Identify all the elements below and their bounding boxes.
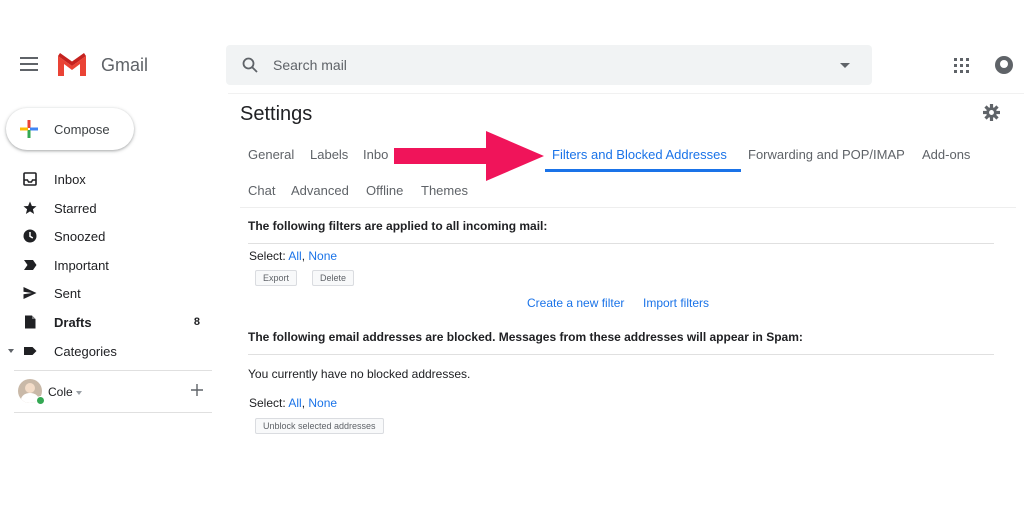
gmail-logo[interactable] (56, 52, 88, 76)
blocked-heading: The following email addresses are blocke… (248, 330, 803, 344)
section-divider (248, 243, 994, 244)
unblock-selected-button[interactable]: Unblock selected addresses (255, 418, 384, 434)
chevron-down-icon[interactable] (76, 391, 82, 395)
important-icon (24, 259, 37, 270)
tab-labels[interactable]: Labels (310, 147, 348, 162)
compose-label: Compose (54, 122, 110, 137)
tab-chat[interactable]: Chat (248, 183, 275, 198)
tab-advanced[interactable]: Advanced (291, 183, 349, 198)
sidebar-item-label: Inbox (54, 172, 86, 187)
expand-arrow-icon[interactable] (8, 348, 14, 353)
sidebar-item-label: Sent (54, 286, 81, 302)
sidebar-divider (14, 370, 212, 371)
star-icon (23, 201, 37, 214)
plus-icon (20, 120, 38, 138)
sidebar-divider (14, 412, 212, 413)
sidebar-item-sent[interactable]: Sent (0, 279, 212, 308)
tab-offline[interactable]: Offline (366, 183, 403, 198)
select-none-link[interactable]: None (308, 249, 337, 263)
select-all-link[interactable]: All (288, 249, 301, 263)
tab-themes[interactable]: Themes (421, 183, 468, 198)
comma-separator: , (301, 396, 306, 410)
tab-inbox[interactable]: Inbo (363, 147, 388, 162)
tabs-divider (240, 207, 1016, 208)
sidebar-item-drafts[interactable]: Drafts 8 (0, 308, 212, 337)
export-button[interactable]: Export (255, 270, 298, 286)
sidebar-item-label: Starred (54, 200, 97, 216)
sidebar-item-categories[interactable]: Categories (0, 337, 212, 366)
label-icon (24, 346, 37, 355)
delete-button[interactable]: Delete (312, 270, 355, 286)
app-name: Gmail (101, 55, 149, 75)
select-none-link[interactable]: None (308, 396, 337, 410)
blocked-select-row: Select: All, None (249, 396, 337, 410)
account-icon[interactable] (995, 56, 1013, 74)
sidebar-item-important[interactable]: Important (0, 251, 212, 280)
search-options-icon[interactable] (840, 63, 850, 68)
select-label: Select: (249, 249, 286, 263)
tab-forwarding-pop-imap[interactable]: Forwarding and POP/IMAP (748, 147, 905, 162)
sidebar-item-starred[interactable]: Starred (0, 194, 212, 223)
search-bar[interactable] (226, 45, 872, 85)
send-icon (23, 287, 37, 300)
create-filter-link[interactable]: Create a new filter (527, 296, 624, 310)
select-all-link[interactable]: All (288, 396, 301, 410)
section-divider (248, 354, 994, 355)
sidebar-item-label: Categories (54, 343, 117, 359)
tab-add-ons[interactable]: Add-ons (922, 147, 970, 162)
active-tab-indicator (545, 169, 741, 172)
search-input[interactable] (273, 45, 833, 85)
gear-icon[interactable] (983, 104, 1000, 121)
online-status-icon (36, 396, 45, 405)
clock-icon (23, 229, 37, 243)
header-divider (228, 93, 1024, 94)
tab-filters-and-blocked-addresses[interactable]: Filters and Blocked Addresses (552, 147, 727, 162)
main-menu-icon[interactable] (20, 57, 38, 71)
filters-select-row: Select: All, None (249, 249, 337, 263)
compose-button[interactable]: Compose (6, 108, 134, 150)
apps-grid-icon[interactable] (954, 58, 969, 73)
comma-separator: , (301, 249, 306, 263)
sidebar-item-snoozed[interactable]: Snoozed (0, 222, 212, 251)
search-icon[interactable] (242, 57, 258, 73)
drafts-count: 8 (193, 315, 200, 328)
sidebar-item-label: Drafts (54, 314, 92, 330)
inbox-icon (23, 172, 37, 186)
import-filters-link[interactable]: Import filters (643, 296, 709, 310)
sidebar-item-label: Snoozed (54, 229, 106, 245)
select-label: Select: (249, 396, 286, 410)
hangouts-user-name[interactable]: Cole (48, 385, 73, 399)
draft-icon (25, 315, 36, 329)
tab-general[interactable]: General (248, 147, 294, 162)
sidebar-item-inbox[interactable]: Inbox (0, 165, 212, 194)
no-blocked-message: You currently have no blocked addresses. (248, 367, 471, 381)
sidebar-nav: Inbox Starred Snoozed Important Sent Dra… (0, 165, 212, 365)
sidebar-item-label: Important (54, 257, 109, 273)
page-title: Settings (240, 103, 313, 125)
arrow-annotation (394, 131, 544, 181)
add-icon[interactable] (190, 383, 204, 397)
filters-heading: The following filters are applied to all… (248, 219, 548, 233)
